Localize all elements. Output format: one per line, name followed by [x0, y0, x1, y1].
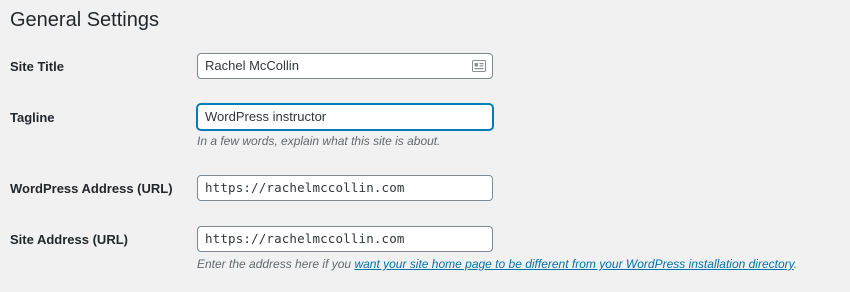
- site-address-label: Site Address (URL): [10, 232, 128, 247]
- wp-address-value: https://rachelmccollin.com: [205, 180, 405, 195]
- wp-address-label: WordPress Address (URL): [10, 181, 173, 196]
- site-address-help-link[interactable]: want your site home page to be different…: [354, 257, 793, 271]
- tagline-field[interactable]: WordPress instructor: [197, 104, 493, 130]
- contact-card-icon[interactable]: [472, 60, 486, 72]
- site-address-value: https://rachelmccollin.com: [205, 231, 405, 246]
- site-title-value: Rachel McCollin: [205, 58, 299, 73]
- page-title: General Settings: [10, 9, 159, 31]
- site-address-description: Enter the address here if you want your …: [197, 256, 797, 272]
- site-address-description-suffix: .: [793, 257, 798, 271]
- site-title-label: Site Title: [10, 59, 64, 74]
- tagline-label: Tagline: [10, 110, 55, 125]
- tagline-value: WordPress instructor: [205, 109, 327, 124]
- site-title-field[interactable]: Rachel McCollin: [197, 53, 493, 79]
- tagline-description: In a few words, explain what this site i…: [197, 134, 441, 148]
- site-address-description-prefix: Enter the address here if you: [197, 257, 355, 271]
- wp-address-field[interactable]: https://rachelmccollin.com: [197, 175, 493, 201]
- site-address-field[interactable]: https://rachelmccollin.com: [197, 226, 493, 252]
